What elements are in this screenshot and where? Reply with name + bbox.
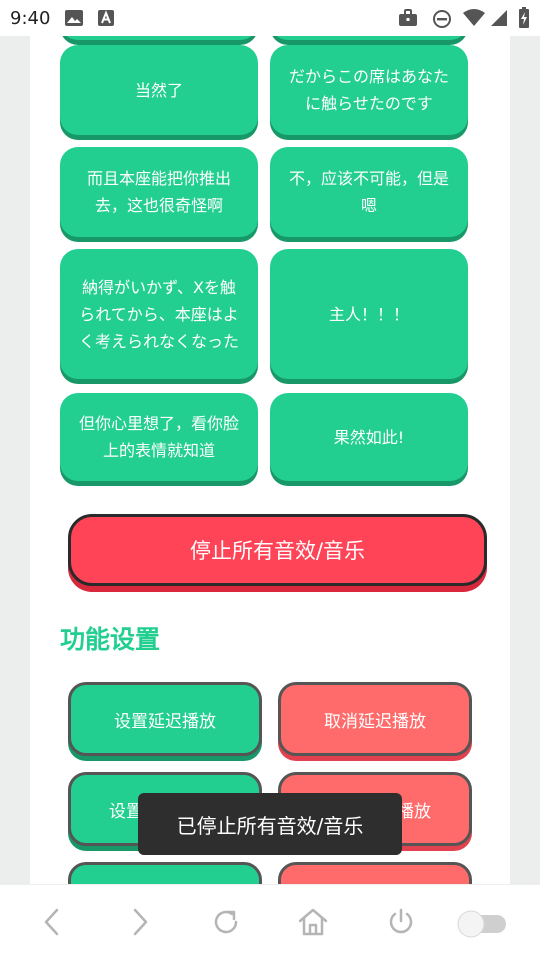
phrase-button[interactable]: 主人！！！ (270, 249, 468, 379)
settings-section-title: 功能设置 (60, 625, 161, 654)
image-icon (65, 10, 83, 26)
settings-button-partial-red[interactable] (278, 862, 472, 884)
phrase-button-partial-left[interactable] (60, 36, 258, 40)
phrase-button[interactable]: 当然了 (60, 45, 258, 135)
web-page: 当然了 だからこの席はあなたに触らせたのです 而且本座能把你推出去，这也很奇怪啊… (30, 36, 510, 884)
do-not-disturb-icon (433, 10, 451, 28)
back-icon[interactable] (40, 907, 66, 937)
briefcase-icon (399, 9, 417, 26)
phrase-button[interactable]: 果然如此! (270, 393, 468, 481)
status-bar: 9:40 (0, 0, 540, 36)
phrase-button[interactable]: 但你心里想了，看你脸上的表情就知道 (60, 393, 258, 481)
set-delay-playback-button[interactable]: 设置延迟播放 (68, 682, 262, 756)
wifi-icon (463, 9, 485, 26)
toggle-switch[interactable] (456, 909, 510, 939)
reload-icon[interactable] (211, 907, 241, 937)
font-a-icon (98, 10, 114, 26)
battery-charging-icon (519, 7, 529, 28)
cancel-delay-playback-button[interactable]: 取消延迟播放 (278, 682, 472, 756)
status-time: 9:40 (10, 8, 51, 29)
phrase-button[interactable]: 而且本座能把你推出去，这也很奇怪啊 (60, 147, 258, 237)
browser-bottom-bar (0, 884, 540, 960)
power-icon[interactable] (386, 907, 416, 937)
forward-icon[interactable] (126, 907, 152, 937)
page-gutter-left (0, 36, 30, 884)
signal-icon (491, 10, 507, 26)
home-icon[interactable] (297, 907, 329, 937)
phrase-button[interactable]: だからこの席はあなたに触らせたのです (270, 45, 468, 135)
page-gutter-right (510, 36, 540, 884)
phrase-button[interactable]: 不，应该不可能，但是嗯 (270, 147, 468, 237)
stop-all-audio-button[interactable]: 停止所有音效/音乐 (68, 514, 487, 586)
phrase-button-partial-right[interactable] (270, 36, 468, 40)
toast-message: 已停止所有音效/音乐 (138, 793, 402, 855)
phrase-button[interactable]: 納得がいかず、Xを触られてから、本座はよく考えられなくなった (60, 249, 258, 379)
settings-button-partial-green[interactable] (68, 862, 262, 884)
